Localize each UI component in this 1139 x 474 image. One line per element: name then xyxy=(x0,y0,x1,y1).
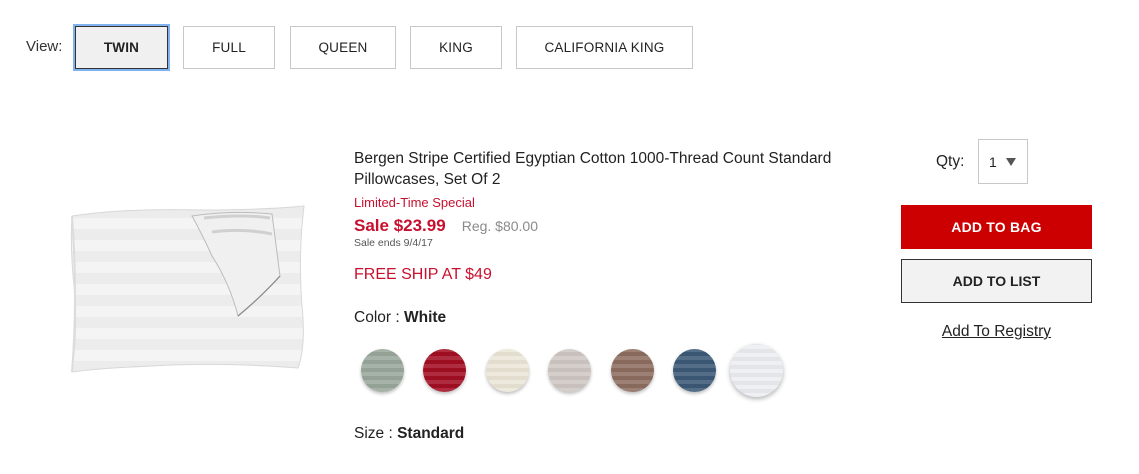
sale-price: Sale $23.99 xyxy=(354,216,446,235)
size-value: Standard xyxy=(397,425,465,442)
swatch-red[interactable] xyxy=(423,349,466,392)
swatch-sage[interactable] xyxy=(361,349,404,392)
view-label: View: xyxy=(26,38,63,55)
swatch-brown[interactable] xyxy=(611,349,654,392)
add-to-registry-link[interactable]: Add To Registry xyxy=(901,323,1092,341)
product-image[interactable] xyxy=(62,196,312,388)
price-row: Sale $23.99 Reg. $80.00 xyxy=(354,216,538,236)
size-button-california-king[interactable]: CALIFORNIA KING xyxy=(516,26,693,69)
size-button-queen[interactable]: QUEEN xyxy=(290,26,396,69)
color-label: Color : xyxy=(354,309,404,326)
add-to-list-button[interactable]: ADD TO LIST xyxy=(901,259,1092,303)
color-value: White xyxy=(403,309,447,326)
sale-ends-text: Sale ends 9/4/17 xyxy=(354,237,433,249)
pillowcase-illustration xyxy=(70,205,305,373)
swatch-blue[interactable] xyxy=(673,349,716,392)
quantity-select[interactable]: 1 xyxy=(978,139,1028,184)
size-button-twin[interactable]: TWIN xyxy=(75,26,168,69)
qty-label: Qty: xyxy=(936,153,965,170)
free-ship-text: FREE SHIP AT $49 xyxy=(354,266,492,283)
size-button-full[interactable]: FULL xyxy=(183,26,275,69)
color-selection-label: Color : White xyxy=(354,309,446,327)
quantity-value: 1 xyxy=(989,153,997,170)
size-selection-label: Size : Standard xyxy=(354,425,464,443)
size-label: Size : xyxy=(354,425,398,442)
swatch-taupe[interactable] xyxy=(548,349,591,392)
color-swatches xyxy=(361,344,801,398)
caret-down-icon xyxy=(1006,158,1016,166)
regular-price: Reg. $80.00 xyxy=(461,218,538,234)
swatch-white[interactable] xyxy=(730,344,783,397)
swatch-ivory[interactable] xyxy=(486,349,529,392)
add-to-bag-button[interactable]: ADD TO BAG xyxy=(901,205,1092,249)
product-title: Bergen Stripe Certified Egyptian Cotton … xyxy=(354,150,832,188)
promo-label: Limited-Time Special xyxy=(354,195,475,210)
size-button-king[interactable]: KING xyxy=(410,26,502,69)
